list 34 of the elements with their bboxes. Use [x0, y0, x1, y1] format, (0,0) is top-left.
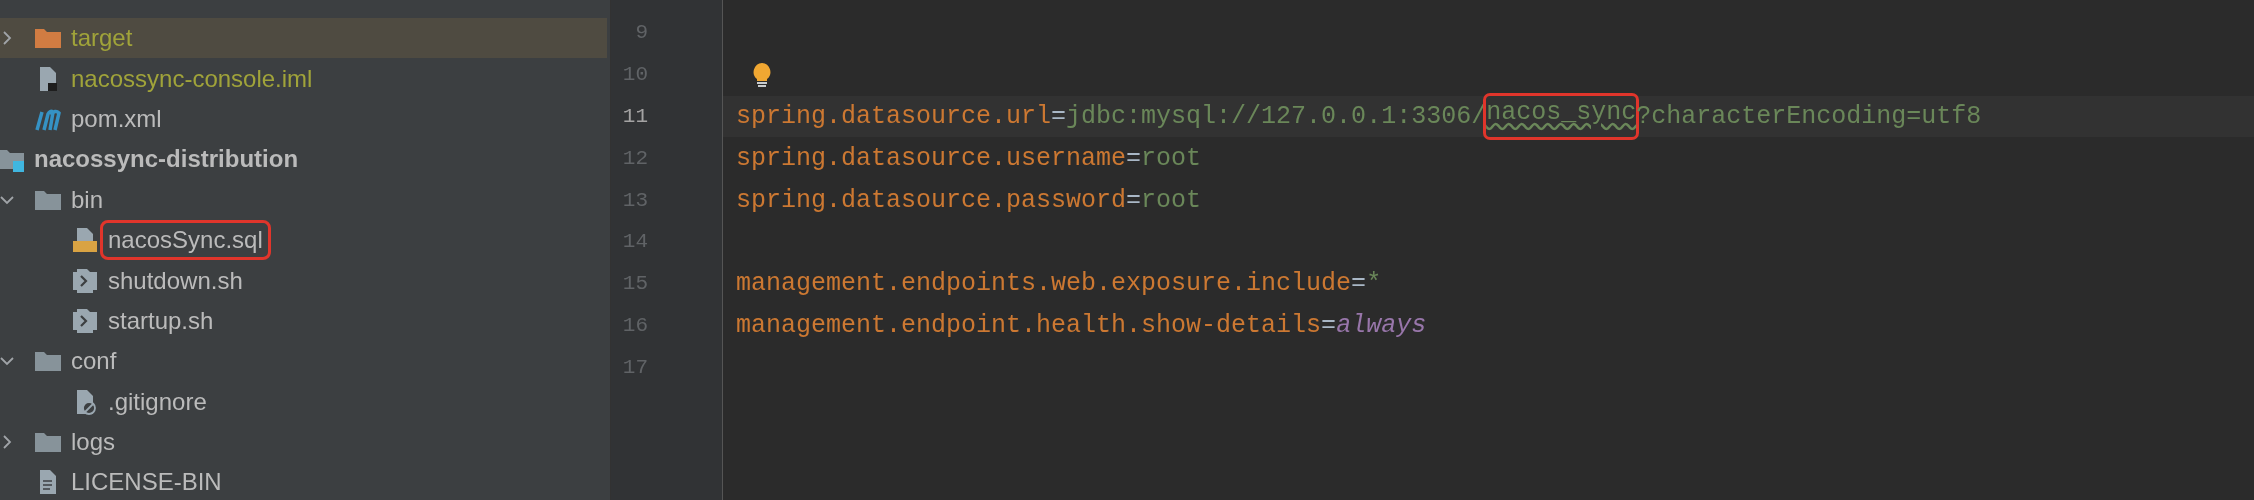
property-key: management.endpoints.web.exposure.include [736, 269, 1352, 299]
misspelled-word: nacos_sync [1486, 99, 1637, 130]
file-name[interactable]: nacossync-distribution [34, 145, 299, 174]
equals-sign: = [1051, 102, 1067, 131]
property-value: root [1141, 143, 1202, 173]
chevron-right-icon[interactable] [0, 31, 14, 46]
property-key: spring.datasource.url [736, 102, 1052, 131]
property-value: * [1366, 269, 1382, 299]
property-value: root [1141, 185, 1202, 215]
file-name[interactable]: nacossync-console.iml [71, 64, 313, 93]
property-value: always [1336, 310, 1427, 340]
lightbulb-icon[interactable] [752, 61, 772, 88]
equals-sign: = [1351, 269, 1367, 299]
script-file-icon [71, 267, 99, 294]
file-name[interactable]: conf [71, 347, 117, 376]
property-value: jdbc:mysql://127.0.0.1:3306/ [1066, 102, 1487, 131]
property-key: management.endpoint.health.show-details [736, 310, 1322, 340]
file-name[interactable]: pom.xml [71, 104, 162, 133]
file-name[interactable]: shutdown.sh [108, 266, 243, 295]
file-name[interactable]: startup.sh [108, 306, 214, 335]
equals-sign: = [1321, 310, 1337, 340]
file-name[interactable]: LICENSE-BIN [71, 468, 222, 497]
file-name[interactable]: logs [71, 428, 116, 457]
property-key: spring.datasource.password [736, 185, 1127, 215]
sql-file-icon [71, 227, 99, 254]
equals-sign: = [1126, 185, 1142, 215]
file-name[interactable]: .gitignore [108, 387, 207, 416]
equals-sign: = [1126, 143, 1142, 173]
file-name[interactable]: target [71, 24, 133, 53]
file-name[interactable]: nacosSync.sql [108, 226, 263, 255]
chevron-right-icon[interactable] [0, 435, 14, 450]
file-name[interactable]: bin [71, 185, 104, 214]
property-key: spring.datasource.username [736, 143, 1127, 173]
script-file-icon [71, 307, 99, 334]
